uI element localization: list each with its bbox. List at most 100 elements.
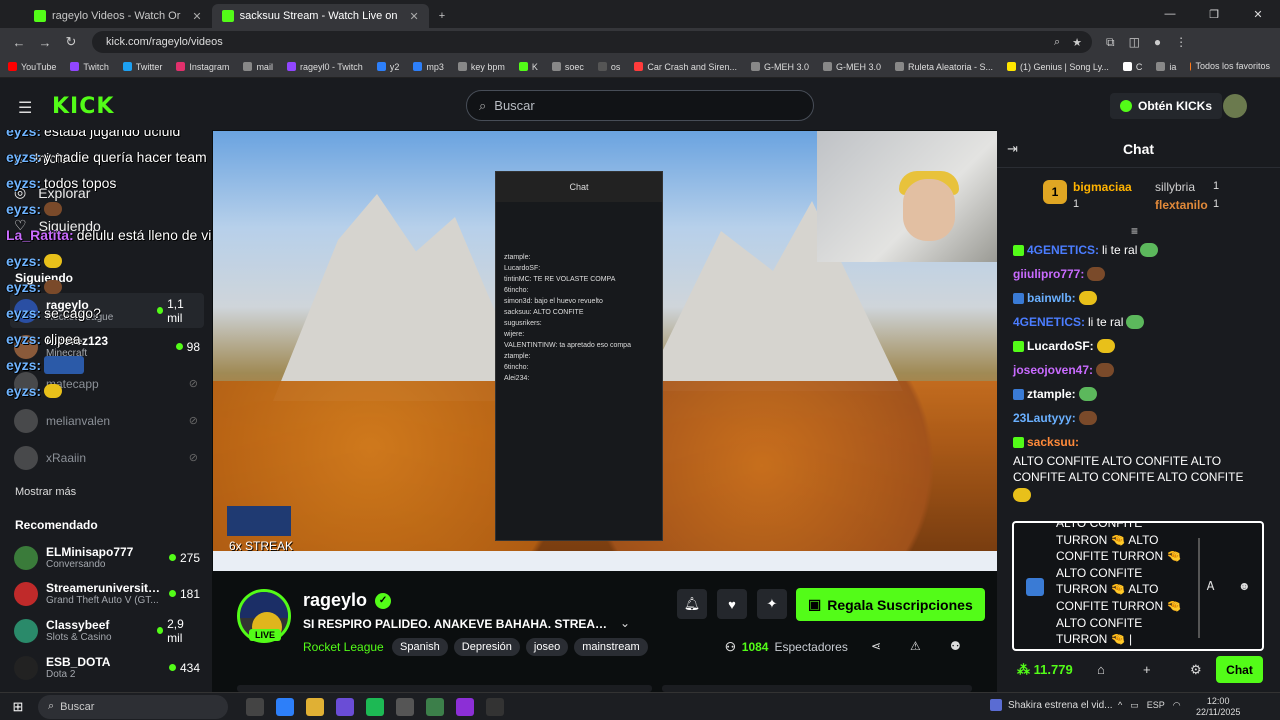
all-bookmarks-button[interactable]: Todos los favoritos xyxy=(1191,61,1270,71)
url-field[interactable]: kick.com/rageylo/videos ⌕ ★ xyxy=(92,31,1092,53)
windows-start-icon[interactable]: ⊞ xyxy=(4,699,32,715)
following-channel-item[interactable]: melianvalen ⊘ xyxy=(10,403,204,438)
back-icon[interactable]: ← xyxy=(6,35,32,50)
bookmark-item[interactable]: G-MEH 3.0 xyxy=(750,62,809,72)
spotify-icon[interactable] xyxy=(366,697,384,716)
bookmark-star-icon[interactable]: ★ xyxy=(1072,36,1082,49)
tab-sacksuu-stream[interactable]: sacksuu Stream - Watch Live on ✕ xyxy=(211,4,429,28)
media-icon[interactable]: ◫ xyxy=(1129,35,1140,50)
bookmark-item[interactable]: Instagram xyxy=(176,62,229,72)
bookmark-item[interactable]: os xyxy=(597,62,620,72)
profile-icon[interactable]: ● xyxy=(1154,35,1161,50)
close-tab-icon[interactable]: ✕ xyxy=(410,10,419,23)
extensions-icon[interactable]: ⧉ xyxy=(1106,35,1115,50)
wifi-icon[interactable]: ◠ xyxy=(1173,700,1181,711)
recommended-channel-item[interactable]: Streameruniversita... Grand Theft Auto V … xyxy=(10,576,204,611)
clock[interactable]: 12:00 22/11/2025 xyxy=(1196,696,1240,718)
gift-subs-button[interactable]: ▣ Regala Suscripciones xyxy=(796,588,985,621)
media-player-icon[interactable] xyxy=(396,697,414,716)
zoom-icon[interactable]: ⌕ xyxy=(1054,36,1060,49)
chat-input[interactable]: ALTO CONFITE TURRON 🤏 ALTO CONFITE TURRO… xyxy=(1012,521,1264,651)
hamburger-menu-icon[interactable]: ☰ xyxy=(18,98,32,118)
emoji-icon[interactable]: ☻ xyxy=(1238,579,1251,593)
tray-icon[interactable]: ▭ xyxy=(1130,700,1139,711)
bookmark-item[interactable]: rageyl0 - Twitch xyxy=(286,62,363,72)
send-chat-button[interactable]: Chat xyxy=(1216,656,1263,683)
bookmark-item[interactable]: G-MEH 3.0 xyxy=(822,62,881,72)
new-tab-button[interactable]: + xyxy=(429,4,455,28)
chat-username[interactable]: joseojoven47: xyxy=(1013,362,1093,378)
pinned-toggle-icon[interactable]: ≡ xyxy=(1131,224,1138,238)
show-more-link[interactable]: Mostrar más xyxy=(15,486,76,498)
notifications-bell-icon[interactable]: 🔔︎ xyxy=(677,589,707,619)
gifter-name[interactable]: flextanilo xyxy=(1155,198,1208,212)
menu-icon[interactable]: ⋮ xyxy=(1175,35,1187,50)
chat-username[interactable]: 23Lautyyy: xyxy=(1013,410,1076,426)
bookmark-item[interactable]: key bpm xyxy=(457,62,505,72)
chat-username[interactable]: LucardoSF: xyxy=(1027,338,1094,354)
share-icon[interactable]: ⋖ xyxy=(871,639,881,653)
bookmark-item[interactable]: K xyxy=(518,62,538,72)
kicks-balance[interactable]: ⁂ 11.779 xyxy=(1017,662,1073,678)
forward-icon[interactable]: → xyxy=(32,35,58,50)
stream-category[interactable]: Rocket League xyxy=(303,640,384,654)
stream-tag[interactable]: joseo xyxy=(525,638,569,656)
user-add-icon[interactable]: ⚉ xyxy=(950,639,961,653)
get-kicks-button[interactable]: Obtén KICKs xyxy=(1110,93,1223,119)
plus-icon[interactable]: + xyxy=(1143,662,1151,677)
minimize-icon[interactable]: — xyxy=(1148,0,1192,28)
stream-tag[interactable]: Depresión xyxy=(453,638,520,656)
app-icon[interactable] xyxy=(456,697,474,716)
report-icon[interactable]: ⚠ xyxy=(910,639,921,653)
following-channel-item[interactable]: xRaaiin ⊘ xyxy=(10,440,204,475)
reload-icon[interactable]: ↻ xyxy=(58,34,84,50)
bookmark-item[interactable]: Ruleta Aleatoria - S... xyxy=(894,62,993,72)
gifter-name[interactable]: bigmaciaa xyxy=(1073,180,1132,194)
search-box[interactable]: ⌕ xyxy=(466,90,814,121)
bookmark-item[interactable]: mail xyxy=(243,62,273,72)
chat-username[interactable]: 4GENETICS: xyxy=(1013,314,1085,330)
chat-username[interactable]: sacksuu: xyxy=(1027,434,1079,450)
bookmark-item[interactable]: Car Crash and Siren... xyxy=(634,62,737,72)
streamer-name[interactable]: rageylo ✓ xyxy=(303,590,392,611)
close-window-icon[interactable]: ✕ xyxy=(1236,0,1280,28)
bookmark-item[interactable]: Twitter xyxy=(122,62,162,72)
tab-rageylo-videos[interactable]: rageylo Videos - Watch Or ✕ xyxy=(24,4,212,28)
stream-tag[interactable]: mainstream xyxy=(574,638,648,656)
news-widget[interactable]: Shakira estrena el vid... xyxy=(990,699,1113,711)
emote-picker-icon[interactable] xyxy=(1026,578,1044,596)
recommended-channel-item[interactable]: ELMinisapo777 Conversando 275 xyxy=(10,540,204,575)
chat-username[interactable]: giiulipro777: xyxy=(1013,266,1084,282)
bookmark-item[interactable]: YouTube xyxy=(8,62,56,72)
obs-icon[interactable] xyxy=(486,697,504,716)
bookmark-item[interactable]: Twitch xyxy=(70,62,109,72)
video-player[interactable]: Chat ztample: LucardoSF: tintinMC: TE RE V… xyxy=(213,131,997,571)
app-icon[interactable] xyxy=(426,697,444,716)
language-indicator[interactable]: ESP xyxy=(1147,700,1165,711)
close-tab-icon[interactable]: ✕ xyxy=(192,10,201,23)
chat-input-scrollbar[interactable] xyxy=(1198,538,1200,638)
bookmark-item[interactable]: soec xyxy=(551,62,584,72)
user-avatar[interactable] xyxy=(1223,94,1247,118)
translate-icon[interactable]: Ꭺ xyxy=(1207,579,1215,594)
store-icon[interactable]: ⌂ xyxy=(1097,662,1105,677)
search-input[interactable] xyxy=(494,98,775,113)
bookmark-item[interactable]: mp3 xyxy=(413,62,444,72)
kick-logo[interactable]: KICK xyxy=(52,94,114,119)
taskbar-search[interactable]: ⌕ Buscar xyxy=(38,694,228,719)
tray-chevron-icon[interactable]: ^ xyxy=(1118,700,1122,711)
chat-username[interactable]: ztample: xyxy=(1027,386,1076,402)
bookmark-item[interactable]: (1) Genius | Song Ly... xyxy=(1007,62,1109,72)
restore-icon[interactable]: ❐ xyxy=(1192,0,1236,28)
sparkle-icon[interactable]: ✦ xyxy=(757,589,787,619)
file-explorer-icon[interactable] xyxy=(306,697,324,716)
stream-tag[interactable]: Spanish xyxy=(392,638,448,656)
gifter-name[interactable]: sillybria xyxy=(1155,180,1195,194)
chevron-down-icon[interactable]: ⌄ xyxy=(620,616,630,630)
bookmark-item[interactable]: ia xyxy=(1156,62,1176,72)
chrome-icon[interactable] xyxy=(276,697,294,716)
discord-icon[interactable] xyxy=(336,697,354,716)
task-view-icon[interactable] xyxy=(246,697,264,716)
settings-gear-icon[interactable]: ⚙ xyxy=(1190,662,1202,678)
follow-heart-icon[interactable]: ♥ xyxy=(717,589,747,619)
